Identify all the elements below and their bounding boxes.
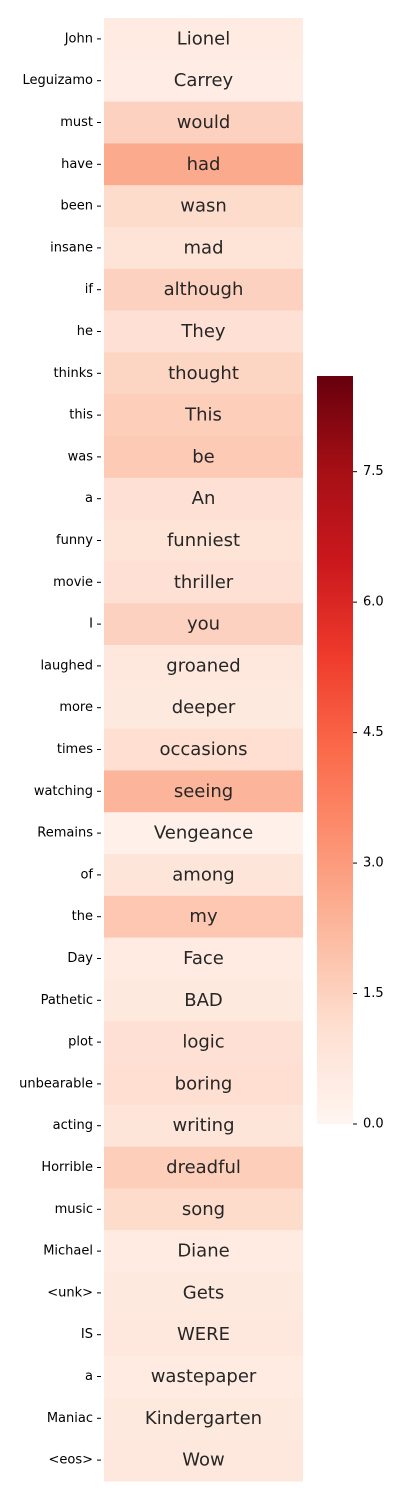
y-tick-label: laughed (40, 658, 93, 673)
y-tick-label: <unk> (47, 1285, 93, 1300)
y-tick-label: been (61, 199, 94, 214)
cell-annotation: Face (183, 948, 224, 969)
y-tick-label: a (85, 1369, 93, 1384)
colorbar-tick-label: 3.0 (363, 856, 384, 871)
y-tick-label: he (77, 324, 93, 339)
cell-annotation: They (180, 321, 225, 342)
y-tick-label: Maniac (47, 1411, 93, 1426)
cell-annotation: logic (182, 1032, 224, 1053)
cell-annotation: Gets (183, 1282, 224, 1303)
cell-annotation: among (172, 864, 234, 885)
cell-annotation: writing (172, 1115, 234, 1136)
cell-annotation: mad (184, 237, 224, 258)
cell-annotation: my (189, 906, 218, 927)
cell-annotation: Vengeance (154, 823, 253, 844)
y-tick-label: of (80, 867, 93, 882)
y-tick-label: Pathetic (41, 993, 93, 1008)
y-tick-label: Michael (43, 1244, 93, 1259)
cell-annotation: wastepaper (151, 1366, 257, 1387)
colorbar (317, 376, 353, 1124)
y-axis-labels: John Leguizamo must have been insane if he think… (19, 31, 101, 1468)
cell-annotation: although (164, 279, 244, 300)
colorbar-tick-label: 4.5 (363, 725, 384, 740)
y-tick-label: a (85, 491, 93, 506)
y-tick-label: insane (50, 240, 93, 255)
y-tick-label: this (69, 408, 93, 423)
colorbar-tick-label: 1.5 (363, 986, 384, 1001)
colorbar-gradient (317, 376, 353, 1124)
cell-annotation: Kindergarten (145, 1408, 262, 1429)
y-tick-label: music (55, 1202, 93, 1217)
cell-annotation: had (187, 154, 221, 175)
cell-annotation: Diane (177, 1241, 229, 1262)
cell-annotation: occasions (159, 739, 247, 760)
y-tick-label: must (60, 115, 93, 130)
colorbar-tick-label: 0.0 (363, 1117, 384, 1132)
y-tick-label: I (89, 617, 93, 632)
cell-annotation: dreadful (166, 1157, 241, 1178)
y-tick-label: the (72, 909, 93, 924)
cell-annotation: deeper (172, 697, 236, 718)
cell-annotation: An (192, 488, 216, 509)
y-tick-label: thinks (54, 366, 94, 381)
colorbar-ticks: 0.0 1.5 3.0 4.5 6.0 7.5 (353, 464, 384, 1132)
cell-annotation: funniest (167, 530, 240, 551)
y-tick-label: times (57, 742, 93, 757)
cell-annotation: WERE (177, 1324, 230, 1345)
cell-annotation: boring (175, 1073, 233, 1094)
y-tick-label: unbearable (19, 1076, 93, 1091)
cell-annotation: would (177, 112, 231, 133)
cell-annotation: BAD (184, 990, 223, 1011)
y-tick-label: movie (53, 575, 93, 590)
cell-annotation: thought (168, 363, 239, 384)
y-tick-label: Leguizamo (22, 73, 93, 88)
colorbar-tick-label: 6.0 (363, 595, 384, 610)
cell-annotation: wasn (180, 196, 227, 217)
cell-annotation: Wow (182, 1450, 224, 1471)
y-tick-label: IS (81, 1327, 93, 1342)
heatmap-chart: Lionel Carrey would had wasn mad although They t… (19, 18, 384, 1482)
cell-annotation: seeing (174, 781, 233, 802)
cell-annotation: thriller (174, 572, 234, 593)
y-tick-label: Remains (37, 826, 93, 841)
y-tick-label: was (68, 449, 94, 464)
y-tick-label: <eos> (48, 1453, 93, 1468)
cell-annotation: This (184, 405, 222, 426)
heatmap-cells: Lionel Carrey would had wasn mad although They t… (104, 18, 303, 1482)
y-tick-label: have (61, 157, 93, 172)
cell-annotation: song (182, 1199, 225, 1220)
cell-annotation: groaned (166, 655, 240, 676)
y-tick-label: Horrible (41, 1160, 93, 1175)
y-tick-label: John (64, 31, 93, 46)
y-tick-label: Day (67, 951, 93, 966)
y-tick-label: if (85, 282, 94, 297)
y-tick-label: more (59, 700, 93, 715)
y-tick-label: funny (56, 533, 93, 548)
cell-annotation: Carrey (174, 70, 234, 91)
colorbar-tick-label: 7.5 (363, 464, 384, 479)
cell-annotation: Lionel (177, 28, 231, 49)
cell-annotation: you (187, 614, 220, 635)
y-tick-label: watching (34, 784, 93, 799)
cell-annotation: be (192, 446, 215, 467)
y-tick-label: acting (53, 1118, 93, 1133)
y-tick-label: plot (68, 1035, 93, 1050)
